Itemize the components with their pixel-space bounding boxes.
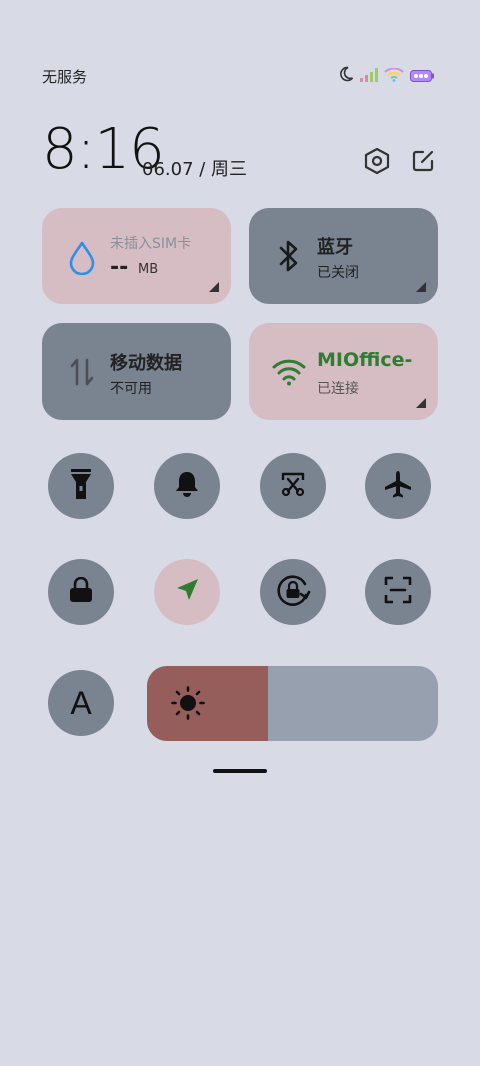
mobile-data-status: 不可用 — [110, 381, 152, 397]
bluetooth-tile[interactable]: 蓝牙 已关闭 — [249, 208, 438, 304]
settings-button[interactable] — [360, 146, 394, 180]
scan-icon — [384, 576, 412, 608]
screenshot-toggle[interactable] — [260, 453, 326, 519]
expand-corner-icon — [416, 398, 426, 408]
sim-data-tile[interactable]: 未插入SIM卡 -- MB — [42, 208, 231, 304]
screenshot-icon — [279, 470, 307, 502]
location-toggle[interactable] — [154, 559, 220, 625]
flashlight-toggle[interactable] — [48, 453, 114, 519]
status-icons — [338, 66, 434, 86]
airplane-icon — [383, 469, 413, 503]
wifi-tile[interactable]: MIOffice- 已连接 — [249, 323, 438, 420]
rotation-lock-toggle[interactable] — [260, 559, 326, 625]
data-arrows-icon — [64, 354, 100, 390]
sim-status-label: 未插入SIM卡 — [110, 236, 192, 252]
sound-toggle[interactable] — [154, 453, 220, 519]
brightness-slider[interactable] — [147, 666, 438, 741]
bluetooth-title: 蓝牙 — [317, 237, 353, 258]
edit-button[interactable] — [406, 146, 440, 180]
mobile-data-tile[interactable]: 移动数据 不可用 — [42, 323, 231, 420]
airplane-mode-toggle[interactable] — [365, 453, 431, 519]
moon-icon — [338, 66, 354, 86]
lock-icon — [69, 576, 93, 607]
water-drop-icon — [64, 240, 100, 276]
sun-icon — [171, 686, 205, 724]
date-text: 06.07 / 周三 — [142, 159, 248, 180]
expand-corner-icon — [209, 282, 219, 292]
bluetooth-icon — [271, 238, 307, 274]
font-size-button[interactable]: A — [48, 670, 114, 736]
status-carrier-text: 无服务 — [42, 68, 88, 86]
battery-icon — [410, 67, 434, 86]
lock-screen-toggle[interactable] — [48, 559, 114, 625]
brightness-slider-fill — [147, 666, 268, 741]
data-usage-unit: MB — [138, 262, 159, 277]
wifi-status: 已连接 — [317, 381, 359, 397]
flashlight-icon — [70, 468, 92, 504]
rotation-lock-icon — [275, 572, 311, 612]
bluetooth-status: 已关闭 — [317, 265, 359, 281]
data-usage-value: -- — [110, 255, 129, 280]
edit-icon — [411, 149, 435, 177]
navigation-handle[interactable] — [213, 769, 267, 773]
expand-corner-icon — [416, 282, 426, 292]
mobile-data-title: 移动数据 — [110, 353, 182, 374]
signal-icon — [360, 67, 378, 86]
wifi-icon — [271, 354, 307, 390]
scanner-toggle[interactable] — [365, 559, 431, 625]
wifi-status-icon — [384, 66, 404, 86]
location-icon — [174, 577, 200, 607]
bell-icon — [174, 470, 200, 502]
settings-icon — [364, 147, 390, 179]
wifi-network-name: MIOffice- — [317, 349, 413, 371]
font-size-label: A — [70, 684, 92, 721]
